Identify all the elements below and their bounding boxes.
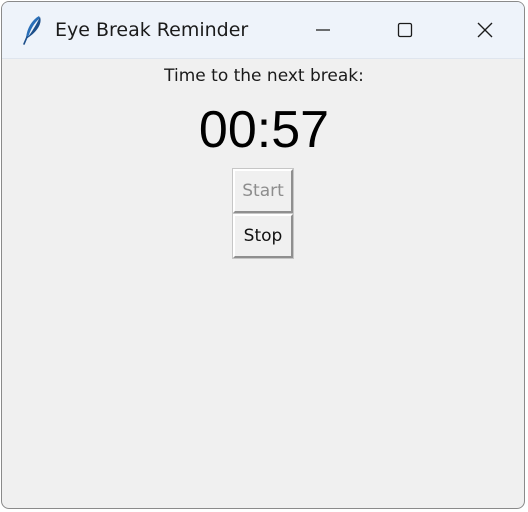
next-break-label: Time to the next break: <box>164 66 364 86</box>
feather-icon <box>20 14 46 46</box>
close-button[interactable] <box>444 2 524 58</box>
app-window: Eye Break Reminder Time to the next brea… <box>1 1 525 509</box>
start-button[interactable]: Start <box>232 168 294 214</box>
title-bar[interactable]: Eye Break Reminder <box>2 2 524 59</box>
maximize-button[interactable] <box>364 2 446 58</box>
window-title: Eye Break Reminder <box>55 19 249 41</box>
minimize-icon <box>315 22 331 38</box>
minimize-button[interactable] <box>282 2 364 58</box>
maximize-icon <box>397 22 413 38</box>
stop-button[interactable]: Stop <box>232 213 294 259</box>
countdown-timer: 00:57 <box>198 101 330 159</box>
close-icon <box>476 21 494 39</box>
